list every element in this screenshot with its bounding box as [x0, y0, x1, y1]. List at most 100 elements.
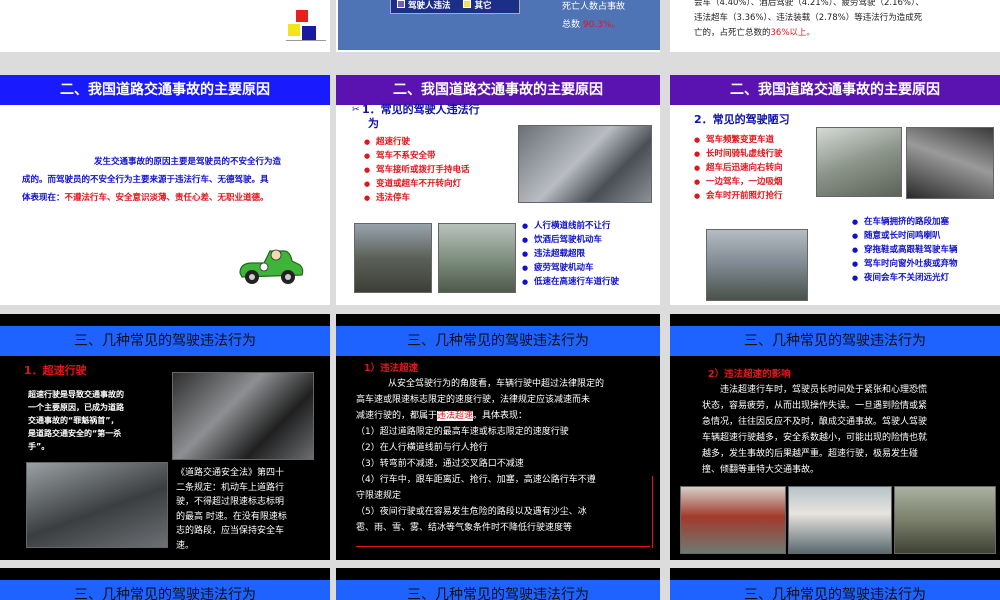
list-item: 违法停车	[364, 191, 470, 205]
legend-label: 其它	[474, 1, 492, 11]
list-item: 疲劳驾驶机动车	[522, 261, 619, 275]
item-line: （4）行车中，跟车距离近、抢行、加塞，高速公路行车不遵	[356, 475, 596, 485]
photo-police-car-crash	[816, 127, 902, 197]
chart-legend: 驾驶人违法 其它	[390, 0, 520, 14]
legend-label: 驾驶人违法	[408, 1, 451, 11]
list-item: 长时间骑轧虚线行驶	[694, 147, 783, 161]
text-line: 亡的，占死亡总数的	[694, 28, 771, 38]
slide-subtitle: 2．常见的驾驶陋习	[694, 113, 790, 126]
body-line: 越多，发生事故的后果越严重。超速行驶，极易发生碰	[702, 449, 919, 459]
slide-title: 二、我国道路交通事故的主要原因	[670, 75, 1000, 105]
law-line: 速。	[176, 540, 195, 551]
list-item: 随意或长时间鸣喇叭	[852, 229, 958, 243]
body-line: 状态，容易疲劳，从而出现操作失误。一旦遇到险情或紧	[702, 401, 928, 411]
body-line: 从安全驾驶行为的角度看，车辆行驶中超过法律限定的	[388, 379, 605, 389]
stat-text: 死亡人数占事故 总数 90.3%。	[562, 0, 625, 34]
photo-driver-phone	[518, 125, 652, 203]
list-item: 低速在高速行车道行驶	[522, 275, 619, 289]
list-item: 驾车频繁变更车道	[694, 133, 783, 147]
slide-thumb-r1c3[interactable]: 二、我国道路交通事故的主要原因 2．常见的驾驶陋习 驾车频繁变更车道长时间骑轧虚…	[670, 75, 1000, 305]
list-item: 夜间会车不关闭远光灯	[852, 271, 958, 285]
list-item: 在车辆拥挤的路段加塞	[852, 215, 958, 229]
body-line: 减速行驶的，都属于	[356, 411, 438, 421]
slide-thumb-r1c1[interactable]: 二、我国道路交通事故的主要原因 发生交通事故的原因主要是驾驶员的不安全行为造 成…	[0, 75, 330, 305]
body-line: 车辆超速行驶越多，安全系数越小，可能出现的险情也就	[702, 433, 928, 443]
slide-thumb-r2c1[interactable]: 三、几种常见的驾驶违法行为 1．超速行驶 超速行驶是导致交通事故的 一个主要原因…	[0, 314, 330, 560]
stat-prefix: 总数	[562, 20, 581, 30]
stat-value: 90.3%。	[582, 20, 621, 30]
item-line: （3）转弯前不减速，通过交叉路口不减速	[356, 459, 524, 469]
slide-title: 三、几种常见的驾驶违法行为	[336, 580, 660, 600]
item-line: 守限速规定	[356, 491, 402, 501]
chart-panel: 驾驶人违法 其它 死亡人数占事故 总数 90.3%。	[338, 0, 660, 50]
slide-thumb-r2c2[interactable]: 三、几种常见的驾驶违法行为 1）违法超速 从安全驾驶行为的角度看，车辆行驶中超过…	[336, 314, 660, 560]
body-line: 体表现在：	[22, 193, 65, 203]
section-body: 从安全驾驶行为的角度看，车辆行驶中超过法律限定的 高车速或限速标志限定的速度行驶…	[356, 376, 656, 536]
para-line: 一个主要原因，已成为道路	[28, 403, 124, 412]
para-line: 是道路交通安全的“第一杀	[28, 429, 122, 438]
section-body: 违法超速行车时，驾驶员长时间处于紧张和心理恐慌 状态，容易疲劳，从而出现操作失误…	[702, 382, 927, 478]
body-line: 发生交通事故的原因主要是驾驶员的不安全行为造	[94, 157, 282, 167]
slide-thumb-r0c2[interactable]: 驾驶人违法 其它 死亡人数占事故 总数 90.3%。	[336, 0, 660, 52]
list-item: 超速行驶	[364, 135, 470, 149]
violation-list-2: 人行横道线前不让行饮酒后驾驶机动车违法超载超限疲劳驾驶机动车低速在高速行车道行驶	[522, 219, 619, 289]
law-line: 《道路交通安全法》第四十	[176, 468, 285, 478]
slide-text: 会车（4.40%）、酒后驾驶（4.21%）、疲劳驾驶（2.16%）、 违法超车（…	[694, 0, 924, 41]
body-line: 。具体表现：	[473, 411, 528, 421]
slide-title: 二、我国道路交通事故的主要原因	[336, 75, 660, 105]
text-line: 会车（4.40%）、酒后驾驶（4.21%）、疲劳驾驶（2.16%）、	[694, 0, 924, 8]
photo-highway-crash	[894, 486, 996, 554]
slide-thumb-r0c3[interactable]: 会车（4.40%）、酒后驾驶（4.21%）、疲劳驾驶（2.16%）、 违法超车（…	[670, 0, 1000, 52]
body-line: 急情况，往往因反应不及时，酿成交通事故。驾驶人驾驶	[702, 417, 928, 427]
red-underline	[356, 546, 650, 547]
list-item: 违法超载超限	[522, 247, 619, 261]
text-line: 违法超车（3.36%）、违法装载（2.78%）等违法行为造成死	[694, 13, 923, 23]
law-line: 志的路段，应当保持安全车	[176, 526, 285, 536]
law-line: 二条规定：机动车上道路行	[176, 482, 285, 493]
photo-truck-road	[438, 223, 516, 293]
highlight-value: 36%以上。	[770, 28, 815, 38]
deco-squares	[286, 10, 326, 46]
body-line: 成的。而驾驶员的不安全行为主要来源于违法行车、无德驾驶。具	[22, 175, 269, 185]
list-item: 会车时开前照灯抢行	[694, 189, 783, 203]
slide-thumb-r0c1[interactable]	[0, 0, 330, 52]
slide-title: 三、几种常见的驾驶违法行为	[670, 580, 1000, 600]
subtitle-line: 1．常见的驾驶人违法行	[362, 103, 480, 116]
slide-thumb-r2c3[interactable]: 三、几种常见的驾驶违法行为 2）违法超速的影响 违法超速行车时，驾驶员长时间处于…	[670, 314, 1000, 560]
violation-list-1: 超速行驶驾车不系安全带驾车接听或拨打手持电话变道或超车不开转向灯违法停车	[364, 135, 470, 205]
para-line: 交通事故的“罪魁祸首”，	[28, 416, 119, 425]
list-item: 驾车接听或拨打手持电话	[364, 163, 470, 177]
item-line: （5）夜间行驶或在容易发生危险的路段以及遇有沙尘、冰	[356, 507, 587, 517]
slide-title: 三、几种常见的驾驶违法行为	[336, 326, 660, 356]
slide-thumb-r3c2[interactable]: 三、几种常见的驾驶违法行为	[336, 568, 660, 600]
item-line: （1）超过道路限定的最高车速或标志限定的速度行驶	[356, 427, 569, 437]
list-item: 变道或超车不开转向灯	[364, 177, 470, 191]
slide-thumb-r3c3[interactable]: 三、几种常见的驾驶违法行为	[670, 568, 1000, 600]
red-vertical-line	[652, 476, 653, 548]
photo-bus-accident	[788, 486, 892, 554]
photo-wrecked-car	[906, 127, 994, 199]
photo-bus-crash	[706, 229, 808, 301]
habit-list-2: 在车辆拥挤的路段加塞随意或长时间鸣喇叭穿拖鞋或高跟鞋驾驶车辆驾车时向窗外吐痰或弃…	[852, 215, 958, 285]
section-heading: 2）违法超速的影响	[708, 369, 791, 380]
item-line: （2）在人行横道线前与行人抢行	[356, 443, 488, 453]
list-item: 饮酒后驾驶机动车	[522, 233, 619, 247]
photo-crushed-vehicle	[172, 372, 314, 460]
list-item: 一边驾车，一边吸烟	[694, 175, 783, 189]
intro-para: 超速行驶是导致交通事故的 一个主要原因，已成为道路 交通事故的“罪魁祸首”， 是…	[28, 388, 124, 453]
habit-list-1: 驾车频繁变更车道长时间骑轧虚线行驶超车后迅速向右转向一边驾车，一边吸烟会车时开前…	[694, 133, 783, 203]
law-line: 驶，不得超过限速标志标明	[176, 497, 285, 507]
slide-thumb-r3c1[interactable]: 三、几种常见的驾驶违法行为	[0, 568, 330, 600]
slide-body: 发生交通事故的原因主要是驾驶员的不安全行为造 成的。而驾驶员的不安全行为主要来源…	[22, 153, 322, 207]
stat-line: 死亡人数占事故	[562, 2, 626, 12]
body-line: 撞、倾翻等重特大交通事故。	[702, 465, 820, 475]
slide-title: 三、几种常见的驾驶违法行为	[0, 580, 330, 600]
car-icon	[239, 249, 304, 284]
slide-thumb-r1c2[interactable]: 二、我国道路交通事故的主要原因 ✂ 1．常见的驾驶人违法行 为 超速行驶驾车不系…	[336, 75, 660, 305]
cut-icon: ✂	[352, 105, 360, 115]
highlight-text: 违法超速	[437, 411, 474, 421]
list-item: 驾车时向窗外吐痰或弃物	[852, 257, 958, 271]
slide-title: 三、几种常见的驾驶违法行为	[670, 326, 1000, 356]
law-text: 《道路交通安全法》第四十 二条规定：机动车上道路行 驶，不得超过限速标志标明 的…	[176, 466, 287, 553]
body-line: 高车速或限速标志限定的速度行驶，法律规定应该减速而未	[356, 395, 591, 405]
